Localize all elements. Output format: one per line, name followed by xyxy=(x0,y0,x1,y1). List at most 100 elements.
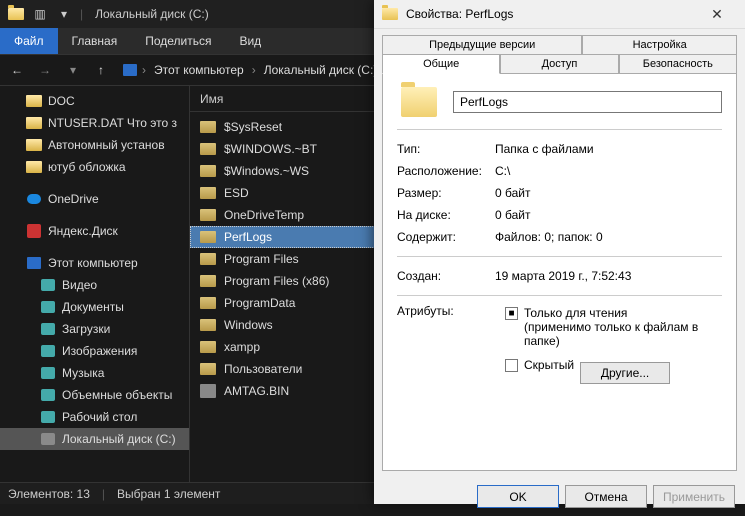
checkbox-hidden[interactable] xyxy=(505,359,518,372)
file-label: Program Files xyxy=(224,252,299,266)
sidebar-item[interactable]: Загрузки xyxy=(0,318,189,340)
sidebar-item[interactable]: Изображения xyxy=(0,340,189,362)
folder-icon xyxy=(26,160,42,174)
tab-sharing[interactable]: Доступ xyxy=(500,54,618,74)
navigation-pane[interactable]: DOC NTUSER.DAT Что это з Автономный уста… xyxy=(0,86,190,482)
sidebar-label: ютуб обложка xyxy=(48,160,126,174)
qat-icon[interactable]: ▾ xyxy=(56,6,72,22)
library-icon xyxy=(40,278,56,292)
sidebar-onedrive[interactable]: OneDrive xyxy=(0,188,189,210)
separator: | xyxy=(80,7,83,21)
folder-icon xyxy=(200,253,216,265)
sidebar-label: Загрузки xyxy=(62,322,110,336)
folder-icon xyxy=(8,6,24,22)
folder-icon xyxy=(200,121,216,133)
file-label: ESD xyxy=(224,186,249,200)
cancel-button[interactable]: Отмена xyxy=(565,485,647,508)
folder-icon xyxy=(200,143,216,155)
window-title: Локальный диск (C:) xyxy=(95,7,209,21)
sidebar-item[interactable]: ютуб обложка xyxy=(0,156,189,178)
label-created: Создан: xyxy=(397,269,495,283)
library-icon xyxy=(40,344,56,358)
label-readonly: Только для чтения(применимо только к фай… xyxy=(524,306,722,348)
crumb-this-pc[interactable]: Этот компьютер xyxy=(150,63,248,77)
sidebar-item[interactable]: NTUSER.DAT Что это з xyxy=(0,112,189,134)
folder-icon xyxy=(26,116,42,130)
folder-icon xyxy=(382,8,398,20)
sidebar-this-pc[interactable]: Этот компьютер xyxy=(0,252,189,274)
dialog-titlebar[interactable]: Свойства: PerfLogs ✕ xyxy=(374,0,745,29)
menu-view[interactable]: Вид xyxy=(225,28,275,54)
dialog-buttons: OK Отмена Применить xyxy=(374,477,745,516)
sidebar-item[interactable]: Музыка xyxy=(0,362,189,384)
sidebar-item[interactable]: DOC xyxy=(0,90,189,112)
chevron-right-icon[interactable]: › xyxy=(142,63,146,77)
file-label: PerfLogs xyxy=(224,230,272,244)
sidebar-label: OneDrive xyxy=(48,192,99,206)
file-label: AMTAG.BIN xyxy=(224,384,289,398)
label-type: Тип: xyxy=(397,142,495,156)
sidebar-label: Музыка xyxy=(62,366,104,380)
library-icon xyxy=(40,300,56,314)
separator: | xyxy=(102,487,105,501)
file-label: Пользователи xyxy=(224,362,302,376)
label-hidden: Скрытый xyxy=(524,358,574,372)
status-selection: Выбран 1 элемент xyxy=(117,487,220,501)
apply-button[interactable]: Применить xyxy=(653,485,735,508)
sidebar-label: Яндекс.Диск xyxy=(48,224,118,238)
tab-general[interactable]: Общие xyxy=(382,54,500,74)
tab-customize[interactable]: Настройка xyxy=(582,35,737,55)
folder-icon xyxy=(200,187,216,199)
properties-dialog: Свойства: PerfLogs ✕ Предыдущие версии Н… xyxy=(374,0,745,504)
value-type: Папка с файлами xyxy=(495,142,722,156)
pc-icon xyxy=(26,256,42,270)
up-button[interactable]: ↑ xyxy=(90,59,112,81)
sidebar-label: DOC xyxy=(48,94,75,108)
tab-previous-versions[interactable]: Предыдущие версии xyxy=(382,35,582,55)
recent-dropdown[interactable]: ▾ xyxy=(62,59,84,81)
crumb-disk[interactable]: Локальный диск (C:) xyxy=(260,63,382,77)
checkbox-readonly[interactable]: ■ xyxy=(505,307,518,320)
qat-icon[interactable]: ▥ xyxy=(32,6,48,22)
sidebar-item[interactable]: Видео xyxy=(0,274,189,296)
value-created: 19 марта 2019 г., 7:52:43 xyxy=(495,269,722,283)
sidebar-item[interactable]: Рабочий стол xyxy=(0,406,189,428)
file-label: Program Files (x86) xyxy=(224,274,329,288)
forward-button[interactable]: → xyxy=(34,59,56,81)
folder-icon xyxy=(200,275,216,287)
menu-share[interactable]: Поделиться xyxy=(131,28,225,54)
sidebar-label: Рабочий стол xyxy=(62,410,137,424)
sidebar-item[interactable]: Объемные объекты xyxy=(0,384,189,406)
value-size-on-disk: 0 байт xyxy=(495,208,722,222)
sidebar-item[interactable]: Документы xyxy=(0,296,189,318)
menu-home[interactable]: Главная xyxy=(58,28,132,54)
sidebar-yandex[interactable]: Яндекс.Диск xyxy=(0,220,189,242)
ok-button[interactable]: OK xyxy=(477,485,559,508)
folder-icon xyxy=(26,138,42,152)
file-label: Windows xyxy=(224,318,273,332)
tab-security[interactable]: Безопасность xyxy=(619,54,737,74)
folder-name-input[interactable] xyxy=(453,91,722,113)
sidebar-item[interactable]: Автономный установ xyxy=(0,134,189,156)
menu-file[interactable]: Файл xyxy=(0,28,58,54)
sidebar-label: Изображения xyxy=(62,344,137,358)
pc-icon xyxy=(122,63,138,77)
label-location: Расположение: xyxy=(397,164,495,178)
sidebar-label: Документы xyxy=(62,300,124,314)
dialog-body: Предыдущие версии Настройка Общие Доступ… xyxy=(374,29,745,477)
folder-icon xyxy=(200,297,216,309)
back-button[interactable]: ← xyxy=(6,59,28,81)
folder-icon xyxy=(200,341,216,353)
advanced-button[interactable]: Другие... xyxy=(580,362,670,384)
file-label: ProgramData xyxy=(224,296,295,310)
sidebar-label: Объемные объекты xyxy=(62,388,172,402)
chevron-right-icon[interactable]: › xyxy=(252,63,256,77)
sidebar-label: NTUSER.DAT Что это з xyxy=(48,116,177,130)
close-button[interactable]: ✕ xyxy=(697,0,737,28)
library-icon xyxy=(40,366,56,380)
label-size: Размер: xyxy=(397,186,495,200)
sidebar-item-disk-c[interactable]: Локальный диск (C:) xyxy=(0,428,189,450)
sidebar-label: Локальный диск (C:) xyxy=(62,432,176,446)
tab-panel-general: Тип:Папка с файлами Расположение:C:\ Раз… xyxy=(382,73,737,471)
value-size: 0 байт xyxy=(495,186,722,200)
